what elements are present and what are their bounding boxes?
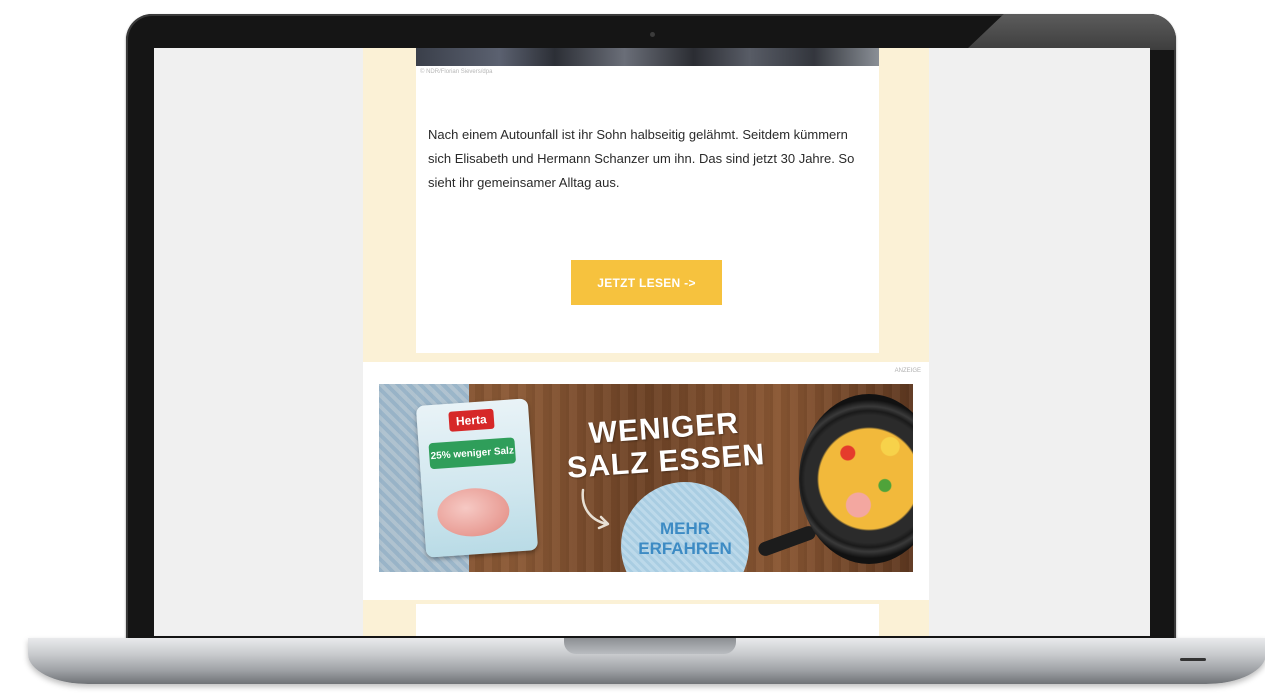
ad-banner[interactable]: Herta 25% weniger Salz WENIGER SALZ ESSE… <box>379 384 913 572</box>
arrow-icon <box>581 488 610 530</box>
article-card: © NDR/Florian Sievers/dpa Nach einem Aut… <box>416 48 879 353</box>
learn-more-label: MEHR ERFAHREN <box>638 519 732 558</box>
camera-icon <box>650 32 655 37</box>
pasta-dish-image <box>816 414 913 544</box>
ad-label: ANZEIGE <box>894 368 921 374</box>
hinge-notch <box>564 638 736 654</box>
laptop-screen: © NDR/Florian Sievers/dpa Nach einem Aut… <box>154 48 1150 636</box>
article-teaser: Nach einem Autounfall ist ihr Sohn halbs… <box>428 127 855 190</box>
ham-slices-image <box>435 485 511 539</box>
read-now-button[interactable]: JETZT LESEN -> <box>571 260 722 305</box>
next-article-card <box>416 604 879 636</box>
pack-badge: 25% weniger Salz <box>428 437 517 470</box>
laptop-base <box>28 638 1265 684</box>
status-led <box>1180 658 1206 661</box>
ad-box: ANZEIGE Herta 25% weniger Salz WENIGER S… <box>363 362 929 600</box>
product-pack-image: Herta 25% weniger Salz <box>415 398 539 558</box>
photo-credit: © NDR/Florian Sievers/dpa <box>420 69 493 75</box>
lid-glare <box>966 14 1176 50</box>
brand-logo: Herta <box>448 408 495 432</box>
article-photo[interactable] <box>416 48 879 66</box>
